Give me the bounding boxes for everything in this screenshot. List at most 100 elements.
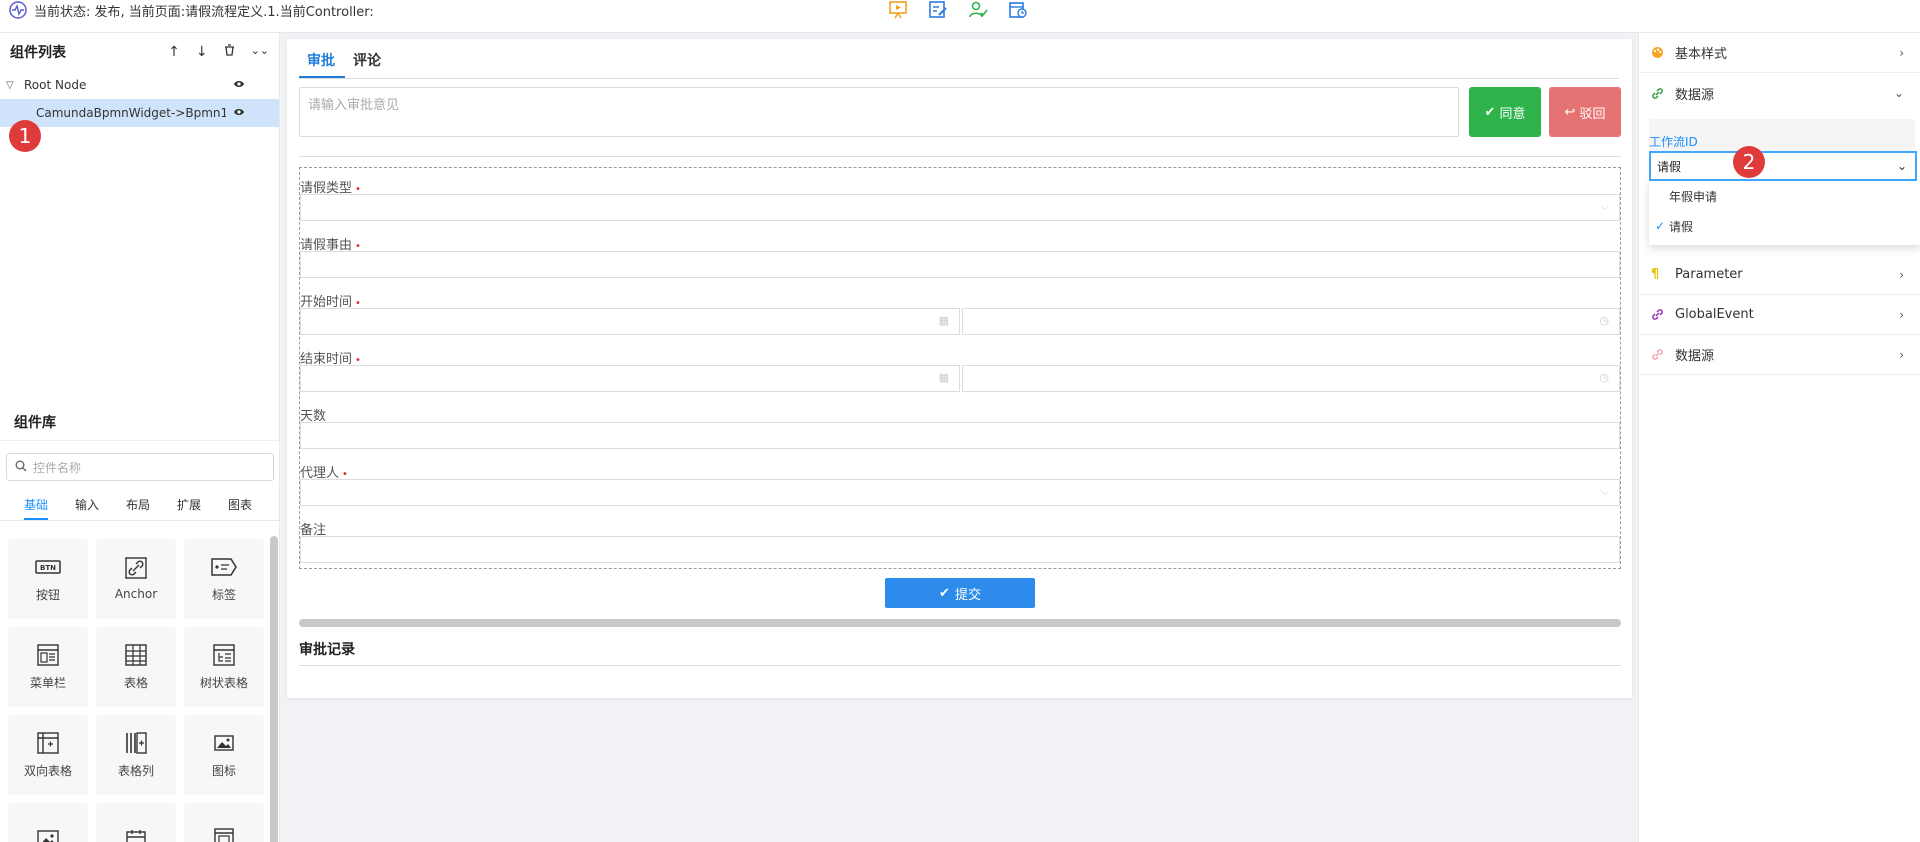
approval-comment-input[interactable]: 请输入审批意见 (299, 87, 1459, 137)
tree-node-root[interactable]: ▽ Root Node (0, 71, 279, 99)
chevron-down-icon: ⌄ (1896, 159, 1907, 173)
days-input[interactable] (300, 422, 1620, 449)
tab-comments[interactable]: 评论 (345, 50, 391, 78)
component-tag[interactable]: 标签 (184, 539, 264, 619)
link-icon (1651, 348, 1667, 361)
collapse-all-icon[interactable]: ⌄⌄ (251, 44, 269, 60)
picture-icon (35, 828, 61, 842)
status-bar: 当前状态: 发布, 当前页面:请假流程定义.1.当前Controller: (8, 0, 374, 20)
remark-input[interactable] (300, 536, 1620, 563)
approval-tabs: 审批 评论 (299, 39, 1619, 79)
check-icon: ✔ (1484, 104, 1496, 120)
chevron-right-icon: › (1899, 267, 1904, 282)
divider (299, 665, 1621, 666)
chevron-right-icon: › (1899, 347, 1904, 362)
properties-panel: 基本样式 › 数据源 ⌄ 工作流ID 请假 ⌄ 2 年假申请 ✓ 请假 ¶ Pa… (1638, 33, 1920, 842)
calendar-clock-icon[interactable] (1008, 0, 1028, 20)
component-table-column[interactable]: 表格列 (96, 715, 176, 795)
tab-approval[interactable]: 审批 (299, 50, 345, 78)
component-button[interactable]: BTN 按钮 (8, 539, 88, 619)
tab-extension[interactable]: 扩展 (177, 491, 228, 520)
user-check-icon[interactable] (968, 0, 988, 20)
table-icon (123, 643, 149, 666)
tab-input[interactable]: 输入 (75, 491, 126, 520)
workflow-id-select[interactable]: 请假 ⌄ (1649, 151, 1917, 181)
clock-icon: ◷ (1599, 314, 1609, 327)
accordion-datasource[interactable]: 数据源 ⌄ (1639, 73, 1920, 113)
submit-button[interactable]: ✔ 提交 (885, 578, 1035, 608)
chevron-down-icon: ⌵ (1600, 485, 1609, 498)
component-search-input[interactable]: 控件名称 (6, 453, 274, 481)
component-grid: BTN 按钮 Anchor 标签 菜单栏 表格 树状表格 双向表格 表格列 图标 (8, 539, 268, 842)
accordion-global-event[interactable]: GlobalEvent › (1639, 295, 1920, 335)
tab-chart[interactable]: 图表 (228, 491, 279, 520)
start-time-input[interactable]: ◷ (962, 308, 1620, 335)
eye-icon[interactable] (233, 78, 245, 92)
end-time-input[interactable]: ◷ (962, 365, 1620, 392)
search-icon (15, 460, 27, 475)
tree-node-label: CamundaBpmnWidget->Bpmn1688: (36, 106, 226, 120)
top-bar: 当前状态: 发布, 当前页面:请假流程定义.1.当前Controller: (0, 0, 1920, 33)
leave-type-select[interactable]: ⌵ (300, 194, 1620, 221)
link-icon (1651, 87, 1667, 100)
start-date-input[interactable]: ▦ (300, 308, 960, 335)
component-tree-table[interactable]: 树状表格 (184, 627, 264, 707)
btn-icon: BTN (35, 556, 61, 578)
move-up-icon[interactable]: ↑ (168, 44, 180, 60)
app-logo-icon (8, 0, 28, 20)
accordion-parameter[interactable]: ¶ Parameter › (1639, 255, 1920, 295)
tree-table-icon (211, 643, 237, 666)
table-column-icon (123, 731, 149, 754)
annotation-badge-2: 2 (1733, 146, 1765, 178)
link-icon (123, 557, 149, 579)
library-scrollbar[interactable] (270, 536, 278, 842)
reject-button[interactable]: ↩ 驳回 (1549, 87, 1621, 137)
component-anchor[interactable]: Anchor (96, 539, 176, 619)
tab-layout[interactable]: 布局 (126, 491, 177, 520)
component-list-header: 组件列表 ↑ ↓ ⌄⌄ (0, 33, 279, 71)
component-cross-table[interactable]: 双向表格 (8, 715, 88, 795)
edit-form-icon[interactable] (928, 0, 948, 20)
palette-icon (1651, 46, 1667, 59)
accordion-datasource-2[interactable]: 数据源 › (1639, 335, 1920, 375)
svg-text:BTN: BTN (40, 564, 56, 572)
image-icon (211, 732, 237, 754)
chevron-down-icon[interactable]: ▽ (6, 80, 20, 91)
document-icon (211, 828, 237, 842)
main-canvas: 审批 评论 请输入审批意见 ✔ 同意 ↩ 驳回 请假类型 • ⌵ 请假事由 • 开始… (287, 39, 1632, 698)
divider (299, 156, 1621, 157)
tab-basic[interactable]: 基础 (24, 491, 75, 520)
dropdown-option-annual-leave[interactable]: 年假申请 (1649, 181, 1920, 211)
component-list-title: 组件列表 (10, 45, 66, 61)
component-menu-bar[interactable]: 菜单栏 (8, 627, 88, 707)
component-picture[interactable] (8, 803, 88, 842)
chevron-right-icon: › (1899, 45, 1904, 60)
component-calendar[interactable] (96, 803, 176, 842)
leave-reason-input[interactable] (300, 251, 1620, 278)
component-table[interactable]: 表格 (96, 627, 176, 707)
end-date-input[interactable]: ▦ (300, 365, 960, 392)
cross-table-icon (35, 731, 61, 754)
presentation-icon[interactable] (888, 0, 908, 20)
tag-icon (211, 556, 237, 578)
accordion-basic-style[interactable]: 基本样式 › (1639, 33, 1920, 73)
move-down-icon[interactable]: ↓ (196, 44, 208, 60)
calendar-icon (123, 828, 149, 842)
chevron-down-icon: ⌵ (1600, 200, 1609, 213)
search-placeholder: 控件名称 (33, 460, 82, 475)
component-library-tabs: 基础 输入 布局 扩展 图表 (0, 491, 279, 521)
dropdown-option-leave[interactable]: ✓ 请假 (1649, 211, 1920, 241)
agent-select[interactable]: ⌵ (300, 479, 1620, 506)
component-document[interactable] (184, 803, 264, 842)
component-icon[interactable]: 图标 (184, 715, 264, 795)
chevron-right-icon: › (1899, 307, 1904, 322)
annotation-badge-1: 1 (9, 120, 41, 152)
tree-node-bpmn-widget[interactable]: CamundaBpmnWidget->Bpmn1688: (0, 99, 279, 127)
pilcrow-icon: ¶ (1651, 267, 1660, 282)
approval-records-title: 审批记录 (299, 642, 355, 658)
agree-button[interactable]: ✔ 同意 (1469, 87, 1541, 137)
horizontal-scrollbar[interactable] (299, 619, 1621, 627)
delete-icon[interactable] (224, 44, 235, 60)
eye-icon[interactable] (233, 106, 245, 120)
component-library-title: 组件库 (0, 403, 279, 441)
